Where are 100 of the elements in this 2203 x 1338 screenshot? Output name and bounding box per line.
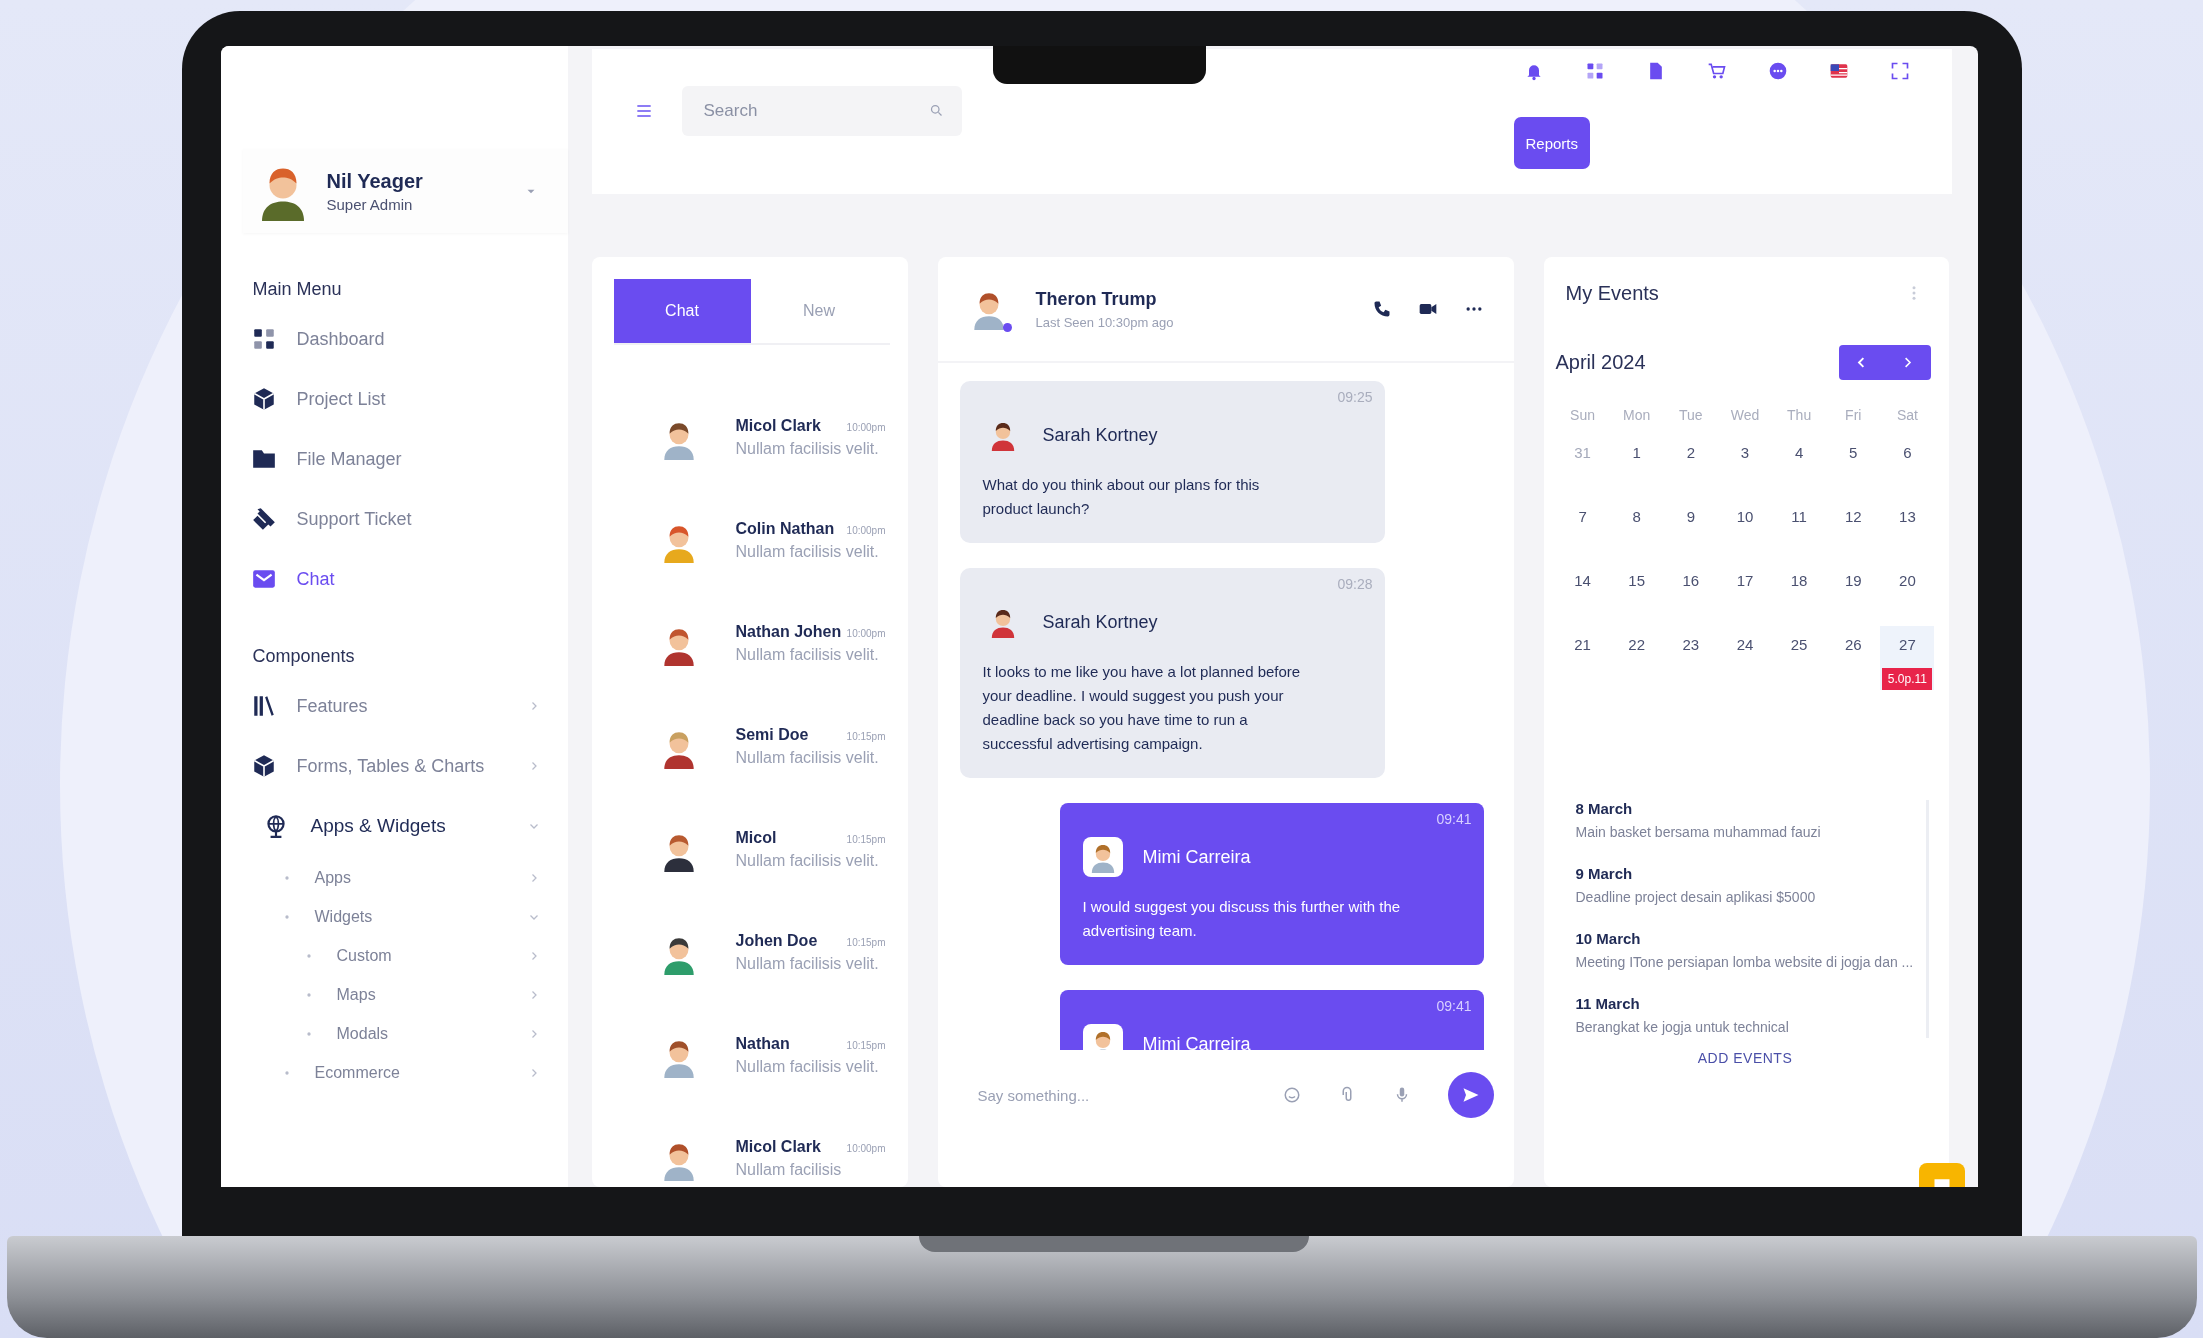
message-text: I would suggest you discuss this further with the advertising team. (1082, 897, 1402, 941)
flag-icon[interactable] (1828, 61, 1849, 81)
fullscreen-icon[interactable] (1889, 61, 1910, 81)
event-text: Meeting ITone persiapan lomba website di jogja dan ... (1575, 953, 1915, 972)
weekday-label: Sun (1569, 406, 1597, 425)
nav-item[interactable]: Apps & Widgets (242, 805, 568, 847)
nav-item[interactable]: Support Ticket (242, 498, 568, 540)
calendar-day[interactable]: 6 (1880, 434, 1935, 498)
message-time: 09:41 (1436, 998, 1472, 1014)
nav-item[interactable]: Modals (242, 1021, 568, 1047)
contact-item[interactable]: Nathan 10:15pm Nullam facilisis velit. (657, 1015, 890, 1099)
calendar-day[interactable]: 11 (1772, 498, 1827, 562)
nav-item[interactable]: File Manager (242, 438, 568, 480)
message-time: 09:28 (1337, 576, 1373, 592)
day-number: 17 (1736, 572, 1754, 589)
day-number: 1 (1632, 444, 1641, 461)
calendar-day[interactable]: 22 (1609, 626, 1664, 690)
calendar-day[interactable]: 2 (1663, 434, 1718, 498)
day-number: 8 (1632, 508, 1641, 525)
message-time: 10:15pm (846, 937, 886, 948)
nav-item[interactable]: Dashboard (242, 318, 568, 360)
day-number: 4 (1794, 444, 1804, 461)
contact-item[interactable]: Micol Clark 10:00pm Nullam facilisis (657, 1118, 890, 1187)
contact-item[interactable]: Johen Doe 10:15pm Nullam facilisis velit. (657, 912, 890, 996)
nav-item[interactable]: Apps (242, 865, 568, 891)
cart-icon[interactable] (1706, 61, 1727, 81)
calendar-day[interactable]: 18 (1772, 562, 1827, 626)
calendar-day[interactable]: 14 (1555, 562, 1610, 626)
calendar-day[interactable]: 20 (1880, 562, 1935, 626)
contact-item[interactable]: Semi Doe 10:15pm Nullam facilisis velit. (657, 706, 890, 790)
chat-icon[interactable] (1767, 61, 1788, 81)
calendar-day[interactable]: 13 (1880, 498, 1935, 562)
contact-name: Nathan (735, 1035, 790, 1053)
nav-label: Apps & Widgets (310, 815, 447, 837)
search-icon[interactable] (928, 103, 944, 118)
nav-item[interactable]: Features (242, 685, 568, 727)
calendar-day[interactable]: 26 (1826, 626, 1881, 690)
contact-name: Theron Trump (1035, 288, 1158, 310)
calendar-day[interactable]: 3 (1717, 434, 1773, 498)
calendar-day[interactable]: 8 (1609, 498, 1664, 562)
send-button[interactable] (1447, 1072, 1494, 1118)
calendar-day[interactable]: 9 (1663, 498, 1718, 562)
contact-item[interactable]: Colin Nathan 10:00pm Nullam facilisis velit. (657, 500, 890, 584)
calendar-day[interactable]: 17 (1717, 562, 1773, 626)
event-text: Main basket bersama muhammad fauzi (1575, 823, 1822, 842)
bullet-icon (304, 1030, 313, 1038)
message-time: 10:15pm (846, 1040, 886, 1051)
user-role: Super Admin (326, 195, 414, 213)
day-number: 19 (1844, 572, 1862, 589)
event-date: 11 March (1575, 995, 1641, 1012)
contact-name: Micol Clark (735, 1138, 821, 1156)
calendar-day[interactable]: 19 (1826, 562, 1881, 626)
nav-item[interactable]: Widgets (242, 904, 568, 930)
message-preview: Nullam facilisis velit. (735, 645, 880, 665)
event-text: Deadline project desain aplikasi $5000 (1575, 888, 1817, 907)
day-number: 16 (1682, 572, 1700, 589)
message-input[interactable]: Say something... (975, 1085, 1283, 1105)
search-field[interactable]: Search (681, 86, 962, 136)
contact-item[interactable]: Micol 10:15pm Nullam facilisis velit. (657, 809, 890, 893)
day-number: 9 (1686, 508, 1695, 525)
user-card[interactable]: Nil Yeager Super Admin (242, 149, 568, 233)
weekday-label: Tue (1678, 406, 1704, 425)
contact-item[interactable]: Nathan Johen 10:00pm Nullam facilisis velit. (657, 603, 890, 687)
nav-label: Dashboard (296, 328, 386, 350)
nav-item[interactable]: Forms, Tables & Charts (242, 745, 568, 787)
nav-label: Custom (336, 947, 393, 965)
calendar-day[interactable]: 12 (1826, 498, 1881, 562)
event-tag[interactable]: 5.0p.11 (1882, 668, 1933, 690)
bullet-icon (304, 952, 313, 960)
calendar-day[interactable]: 24 (1717, 626, 1773, 690)
contact-name: Johen Doe (735, 932, 818, 950)
tab[interactable]: Chat (613, 279, 751, 343)
nav-item[interactable]: Ecommerce (242, 1060, 568, 1086)
calendar-day[interactable]: 7 (1555, 498, 1610, 562)
smiley-icon[interactable] (1282, 1086, 1301, 1104)
calendar-day[interactable]: 10 (1717, 498, 1773, 562)
calendar-day[interactable]: 16 (1663, 562, 1718, 626)
calendar-day[interactable]: 1 (1609, 434, 1664, 498)
calendar-day[interactable]: 23 (1663, 626, 1718, 690)
message-time: 10:00pm (846, 525, 886, 536)
contact-item[interactable]: Micol Clark 10:00pm Nullam facilisis velit. (657, 397, 890, 481)
add-events-link[interactable]: ADD EVENTS (1555, 1050, 1935, 1066)
nav-item[interactable]: Chat (242, 558, 568, 600)
calendar-day[interactable]: 25 (1772, 626, 1827, 690)
message-preview: Nullam facilisis velit. (735, 542, 880, 562)
calendar-day[interactable]: 4 (1772, 434, 1827, 498)
calendar-day[interactable]: 5 (1826, 434, 1881, 498)
nav-label: Apps (314, 869, 352, 887)
calendar-day[interactable]: 21 (1555, 626, 1610, 690)
calendar-day[interactable]: 27 5.0p.11 (1880, 626, 1935, 690)
contact-name: Micol Clark (735, 417, 821, 435)
nav-label: Forms, Tables & Charts (296, 755, 486, 777)
nav-item[interactable]: Maps (242, 982, 568, 1008)
nav-item[interactable]: Custom (242, 943, 568, 969)
section-title: Components (252, 646, 356, 667)
reports-button[interactable]: Reports (1513, 117, 1591, 169)
nav-item[interactable]: Project List (242, 378, 568, 420)
day-number: 24 (1736, 636, 1754, 653)
day-number: 21 (1574, 636, 1591, 653)
calendar-day[interactable]: 15 (1609, 562, 1664, 626)
